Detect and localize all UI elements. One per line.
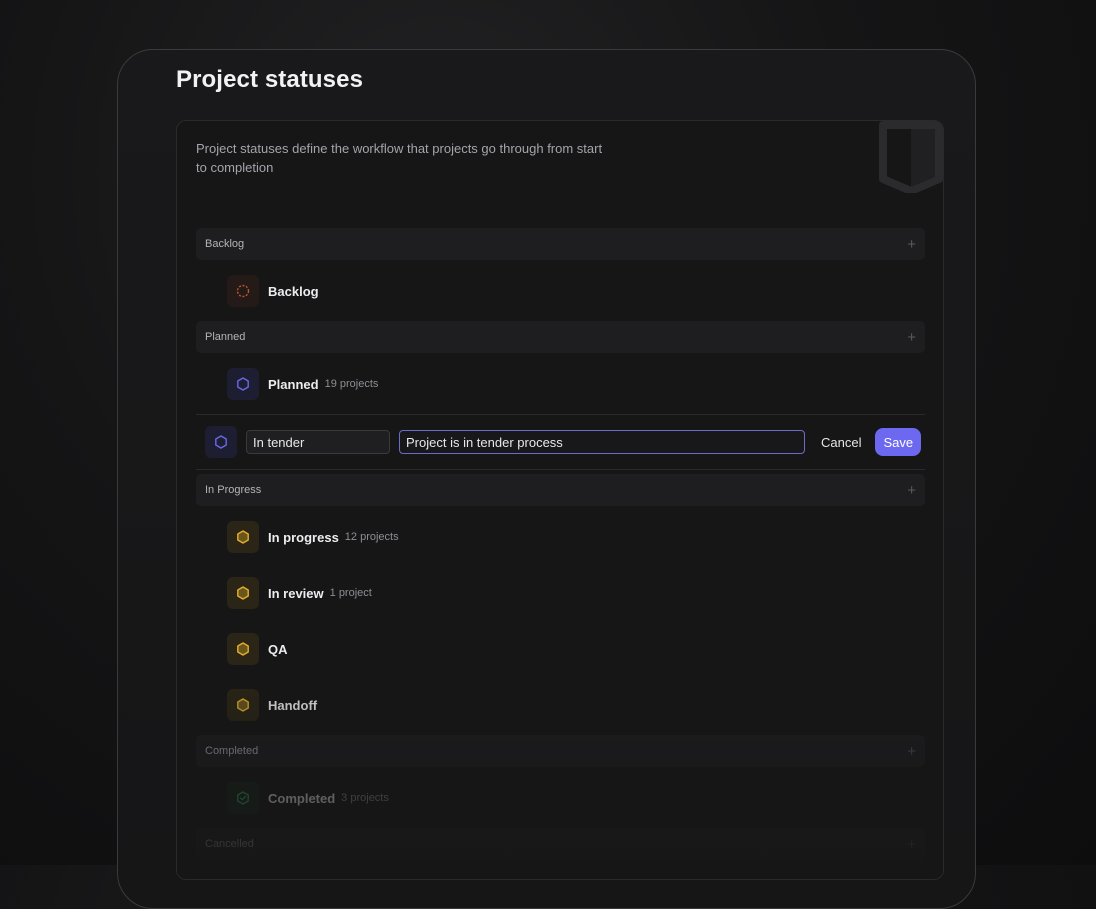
app-window: Project statuses Project statuses define… [117, 49, 976, 909]
status-name: QA [268, 641, 288, 657]
status-name: In progress [268, 529, 339, 545]
group-header-planned: Planned + [196, 321, 925, 353]
save-button[interactable]: Save [875, 428, 922, 456]
group-header-completed: Completed + [196, 735, 925, 767]
hexagon-half-icon [227, 577, 259, 609]
page-title: Project statuses [176, 66, 364, 93]
hexagon-half-icon [227, 521, 259, 553]
hexagon-outline-icon[interactable] [205, 426, 237, 458]
plus-icon[interactable]: + [907, 330, 916, 345]
statuses-card: Project statuses define the workflow tha… [176, 120, 944, 880]
status-count: 3 projects [341, 792, 389, 804]
hexagon-half-icon [227, 633, 259, 665]
shield-decoration-icon [879, 121, 943, 193]
status-name: Backlog [268, 283, 319, 299]
status-name-input[interactable] [246, 430, 390, 454]
status-row-backlog[interactable]: Backlog [196, 265, 925, 317]
group-header-in-progress: In Progress + [196, 474, 925, 506]
group-header-backlog: Backlog + [196, 228, 925, 260]
status-name: Completed [268, 790, 336, 806]
status-list: Backlog + Backlog Planned + Planned 19 p… [196, 228, 925, 865]
group-label: Completed [205, 745, 259, 757]
status-count: 19 projects [324, 378, 379, 390]
hexagon-outline-icon [227, 368, 259, 400]
group-label: In Progress [205, 484, 262, 496]
dashed-circle-icon [227, 275, 259, 307]
check-hexagon-icon [227, 782, 259, 814]
group-label: Planned [205, 331, 246, 343]
plus-icon[interactable]: + [907, 837, 916, 852]
status-edit-row: Cancel Save [196, 414, 925, 470]
status-row-in-progress[interactable]: In progress 12 projects [196, 511, 925, 563]
status-name: In review [268, 585, 324, 601]
plus-icon[interactable]: + [907, 744, 916, 759]
status-count: 1 project [329, 587, 372, 599]
status-row-planned[interactable]: Planned 19 projects [196, 358, 925, 410]
cancel-button[interactable]: Cancel [815, 431, 867, 454]
status-name: Handoff [268, 697, 318, 713]
plus-icon[interactable]: + [907, 483, 916, 498]
status-row-completed[interactable]: Completed 3 projects [196, 772, 925, 824]
group-label: Backlog [205, 238, 245, 250]
card-description: Project statuses define the workflow tha… [196, 141, 603, 175]
group-header-cancelled: Cancelled + [196, 828, 925, 860]
status-row-qa[interactable]: QA [196, 623, 925, 675]
status-name: Planned [268, 376, 319, 392]
group-label: Cancelled [205, 838, 254, 850]
hexagon-half-icon [227, 689, 259, 721]
status-description-input[interactable] [399, 430, 805, 454]
status-row-in-review[interactable]: In review 1 project [196, 567, 925, 619]
status-count: 12 projects [344, 531, 399, 543]
status-row-handoff[interactable]: Handoff [196, 679, 925, 731]
plus-icon[interactable]: + [907, 237, 916, 252]
